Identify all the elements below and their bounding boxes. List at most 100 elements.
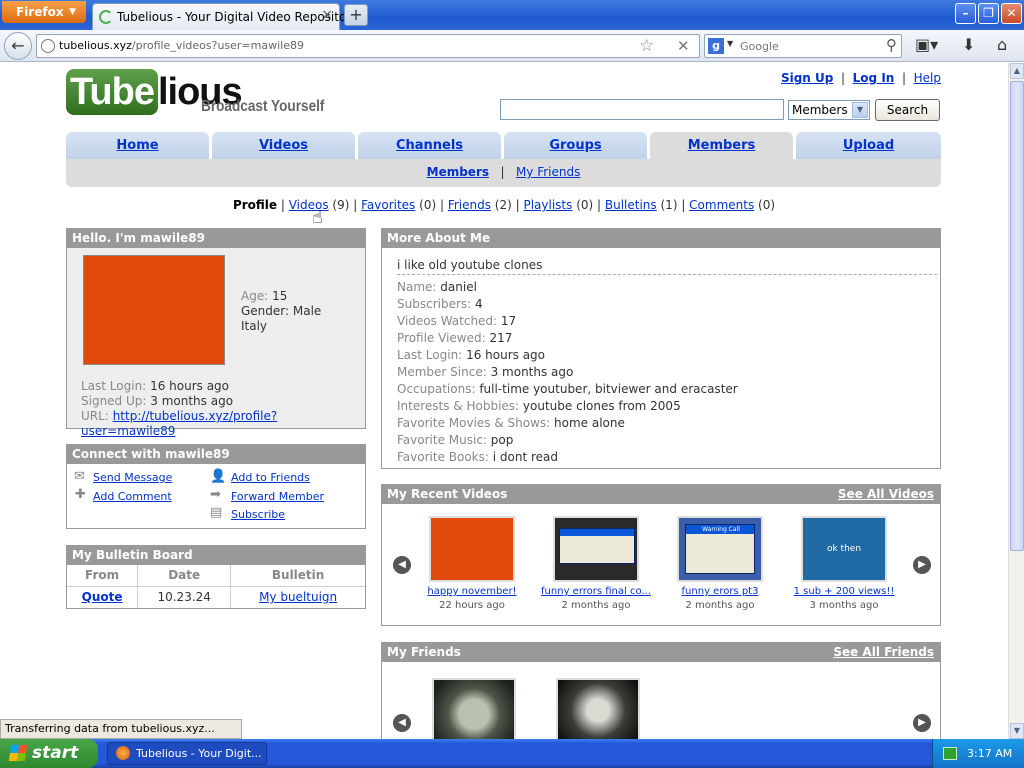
profile-nav-favorites[interactable]: Favorites — [361, 198, 415, 212]
chevron-down-icon[interactable]: ▼ — [727, 39, 733, 48]
scroll-down-icon[interactable]: ▼ — [1010, 723, 1024, 739]
site-search-input[interactable] — [500, 99, 784, 120]
scroll-up-icon[interactable]: ▲ — [1010, 63, 1024, 79]
tab-upload[interactable]: Upload — [796, 132, 941, 160]
add-friends-link[interactable]: Add to Friends — [231, 471, 310, 484]
bulletin-panel: My Bulletin Board From Date Bulletin Quo… — [66, 545, 366, 609]
profile-nav-comments[interactable]: Comments — [689, 198, 754, 212]
profile-url-link[interactable]: http://tubelious.xyz/profile?user=mawile… — [81, 409, 277, 438]
video-title-link[interactable]: funny errors final co... — [536, 586, 656, 597]
video-age: 22 hours ago — [439, 600, 505, 611]
video-thumbnail[interactable]: ok then — [801, 516, 887, 582]
add-comment-link[interactable]: Add Comment — [93, 490, 172, 503]
browser-search-placeholder: Google — [740, 40, 779, 53]
bulletin-link[interactable]: My bueltuign — [259, 590, 337, 604]
browser-tab[interactable]: Tubelious - Your Digital Video Repositor… — [92, 3, 358, 30]
about-panel-title: More About Me — [382, 229, 940, 248]
video-item[interactable]: happy november! 22 hours ago — [412, 516, 532, 611]
browser-search-box[interactable]: g ▼ Google ⚲ — [704, 34, 902, 58]
video-age: 2 months ago — [561, 600, 631, 611]
arrow-left-icon[interactable]: ◀ — [393, 556, 411, 574]
forward-member-link[interactable]: Forward Member — [231, 490, 324, 503]
tab-videos[interactable]: Videos — [212, 132, 355, 160]
maximize-button[interactable]: ❐ — [978, 3, 999, 24]
about-field-row: Favorite Books: i dont read — [397, 450, 559, 464]
download-icon[interactable]: ⬇ — [962, 35, 975, 54]
video-thumbnail[interactable] — [429, 516, 515, 582]
address-bar[interactable]: tubelious.xyz/profile_videos?user=mawile… — [36, 34, 700, 58]
magnifier-icon[interactable]: ⚲ — [886, 36, 897, 54]
back-button[interactable]: ← — [4, 32, 32, 60]
search-type-select[interactable]: Members ▼ — [788, 100, 870, 120]
login-link[interactable]: Log In — [853, 71, 895, 85]
close-window-button[interactable]: ✕ — [1001, 3, 1022, 24]
friend-thumbnail[interactable] — [432, 678, 516, 739]
hand-cursor-icon: ☝ — [312, 207, 323, 228]
see-all-friends-link[interactable]: See All Friends — [833, 643, 934, 662]
video-title-link[interactable]: 1 sub + 200 views!! — [784, 586, 904, 597]
forward-arrow-icon: ➡ — [210, 487, 221, 502]
network-icon[interactable] — [943, 747, 957, 760]
profile-nav-friends[interactable]: Friends — [448, 198, 491, 212]
friend-thumbnail[interactable] — [556, 678, 640, 739]
plus-icon: ✚ — [75, 487, 86, 502]
bookmark-star-icon[interactable]: ☆ — [639, 36, 654, 56]
about-field-row: Favorite Movies & Shows: home alone — [397, 416, 625, 430]
search-button[interactable]: Search — [875, 99, 940, 121]
friends-title: My Friends See All Friends — [382, 643, 940, 662]
new-tab-button[interactable]: + — [344, 4, 368, 26]
firefox-icon — [116, 746, 130, 760]
signup-link[interactable]: Sign Up — [781, 71, 833, 85]
bookmarks-icon[interactable]: ▣▾ — [915, 35, 938, 54]
friends-panel: My Friends See All Friends ◀ ▶ — [381, 642, 941, 739]
chevron-down-icon: ▼ — [69, 7, 76, 17]
about-field-row: Profile Viewed: 217 — [397, 331, 513, 345]
profile-nav-bulletins[interactable]: Bulletins — [605, 198, 657, 212]
send-message-link[interactable]: Send Message — [93, 471, 172, 484]
profile-nav-current: Profile — [232, 198, 278, 212]
tab-close-icon[interactable]: × — [321, 7, 333, 23]
windows-logo-icon — [8, 745, 28, 761]
arrow-left-icon[interactable]: ◀ — [393, 714, 411, 732]
video-title-link[interactable]: funny erors pt3 — [660, 586, 780, 597]
about-field-row: Occupations: full-time youtuber, bitview… — [397, 382, 738, 396]
chevron-down-icon: ▼ — [852, 102, 868, 118]
video-title-link[interactable]: happy november! — [412, 586, 532, 597]
taskbar-firefox-button[interactable]: Tubelious - Your Digit... — [107, 742, 267, 765]
see-all-videos-link[interactable]: See All Videos — [838, 485, 934, 504]
firefox-menu-label: Firefox — [16, 5, 64, 19]
tab-channels[interactable]: Channels — [358, 132, 501, 160]
profile-nav-playlists[interactable]: Playlists — [523, 198, 572, 212]
minimize-button[interactable]: – — [955, 3, 976, 24]
subnav-members-link[interactable]: Members — [427, 165, 489, 179]
arrow-right-icon[interactable]: ▶ — [913, 714, 931, 732]
about-field-row: Videos Watched: 17 — [397, 314, 517, 328]
tab-groups[interactable]: Groups — [504, 132, 647, 160]
stop-icon[interactable]: ✕ — [677, 37, 690, 55]
video-thumbnail[interactable]: Warning Call — [677, 516, 763, 582]
table-row: Quote 10.23.24 My bueltuign — [67, 586, 365, 608]
tab-members[interactable]: Members — [650, 132, 793, 160]
bulletin-from-link[interactable]: Quote — [82, 590, 123, 604]
video-item[interactable]: funny errors final co... 2 months ago — [536, 516, 656, 611]
google-icon[interactable]: g — [708, 38, 724, 54]
arrow-right-icon[interactable]: ▶ — [913, 556, 931, 574]
main-nav: Home Videos Channels Groups Members Uplo… — [66, 132, 941, 160]
video-thumbnail[interactable] — [553, 516, 639, 582]
video-item[interactable]: Warning Call funny erors pt3 2 months ago — [660, 516, 780, 611]
help-link[interactable]: Help — [914, 71, 941, 85]
start-button[interactable]: start — [0, 739, 98, 768]
home-icon[interactable]: ⌂ — [997, 35, 1007, 54]
video-item[interactable]: ok then 1 sub + 200 views!! 3 months ago — [784, 516, 904, 611]
subscribe-link[interactable]: Subscribe — [231, 508, 285, 521]
subscribe-icon: ▤ — [210, 505, 223, 520]
about-fields: Name: daniel Subscribers: 4 Videos Watched… — [397, 279, 738, 466]
tab-home[interactable]: Home — [66, 132, 209, 160]
status-bar: Transferring data from tubelious.xyz... — [0, 719, 242, 739]
hello-panel: Hello. I'm mawile89 Age: 15 Gender: Male… — [66, 228, 366, 438]
avatar — [83, 255, 225, 365]
scroll-thumb[interactable] — [1010, 81, 1024, 551]
page-scrollbar[interactable]: ▲ ▼ — [1008, 63, 1024, 739]
subnav-friends-link[interactable]: My Friends — [516, 165, 580, 179]
firefox-menu-button[interactable]: Firefox ▼ — [2, 1, 86, 23]
